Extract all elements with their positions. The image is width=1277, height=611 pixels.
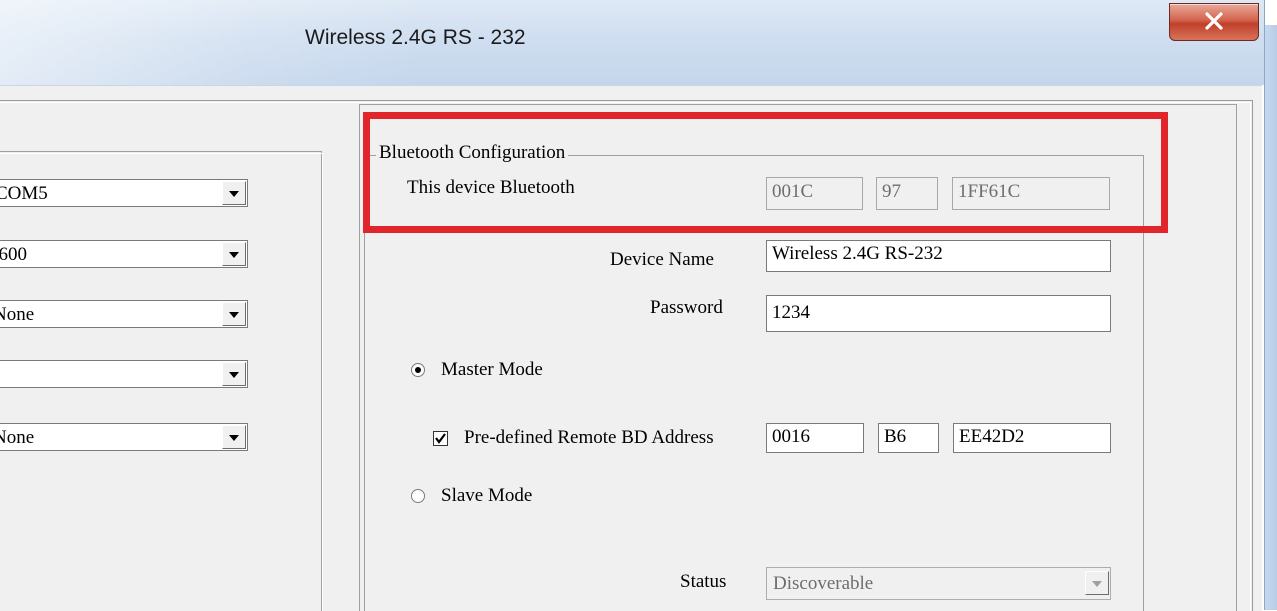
flow-control-combo[interactable]: None xyxy=(0,423,248,451)
remote-address-part-3[interactable]: EE42D2 xyxy=(953,423,1111,453)
predefined-address-checkbox[interactable] xyxy=(433,431,448,446)
parity-combo[interactable]: None xyxy=(0,300,248,328)
predefined-address-label-clip: Pre-defined Remote BD Address xyxy=(464,427,762,449)
parity-combo-value: None xyxy=(0,304,35,325)
chevron-down-icon[interactable] xyxy=(222,362,246,386)
slave-mode-radio[interactable] xyxy=(411,489,425,503)
window-frame-right xyxy=(1264,0,1277,610)
baud-rate-combo-value: 9600 xyxy=(0,244,27,265)
close-button[interactable] xyxy=(1169,3,1259,41)
password-label: Password xyxy=(650,297,723,318)
chevron-down-icon[interactable] xyxy=(222,302,246,326)
status-combo-value: Discoverable xyxy=(773,573,874,594)
password-input[interactable]: 1234 xyxy=(766,295,1111,332)
remote-address-part-2[interactable]: B6 xyxy=(878,423,939,453)
data-bits-combo[interactable] xyxy=(0,360,248,388)
port-combo[interactable]: COM5 xyxy=(0,179,248,207)
port-combo-value: COM5 xyxy=(0,183,48,204)
master-mode-label[interactable]: Master Mode xyxy=(441,359,543,381)
chevron-down-icon[interactable] xyxy=(222,181,246,205)
slave-mode-label[interactable]: Slave Mode xyxy=(441,485,532,507)
flow-control-combo-value: None xyxy=(0,427,35,448)
status-label: Status xyxy=(680,571,727,592)
status-combo: Discoverable xyxy=(766,567,1111,600)
title-bar: Wireless 2.4G RS - 232 xyxy=(0,0,1277,85)
predefined-address-label[interactable]: Pre-defined Remote BD Address xyxy=(464,427,714,448)
device-name-input[interactable]: Wireless 2.4G RS-232 xyxy=(766,240,1111,272)
baud-rate-combo[interactable]: 9600 xyxy=(0,240,248,268)
close-x-icon xyxy=(1205,12,1223,30)
checkmark-icon xyxy=(435,433,446,444)
chevron-down-icon[interactable] xyxy=(222,425,246,449)
chevron-down-icon xyxy=(1085,571,1109,595)
remote-address-part-1[interactable]: 0016 xyxy=(766,423,864,453)
chevron-down-icon[interactable] xyxy=(222,242,246,266)
highlight-box xyxy=(363,112,1168,233)
master-mode-radio[interactable] xyxy=(411,363,425,377)
device-name-label: Device Name xyxy=(610,249,714,270)
window-title: Wireless 2.4G RS - 232 xyxy=(305,26,526,49)
